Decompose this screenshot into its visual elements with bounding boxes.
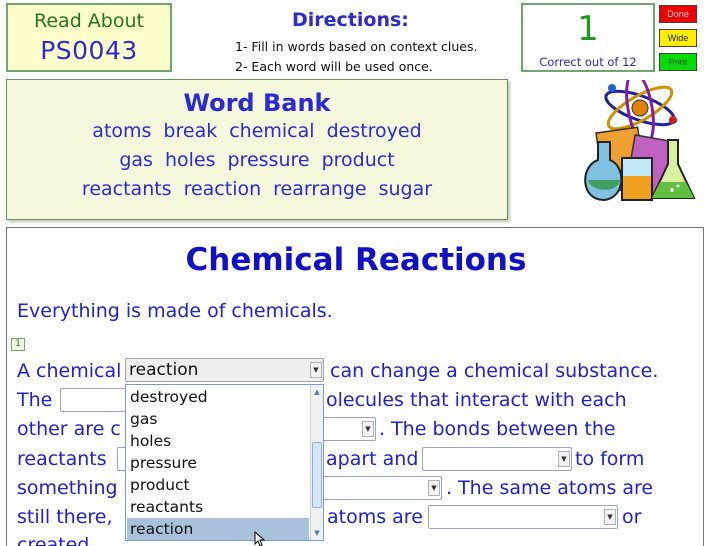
passage-title: Chemical Reactions — [185, 242, 527, 278]
word-bank-word: gas — [119, 149, 153, 171]
answer-select-3[interactable]: ▼ — [320, 417, 376, 441]
word-bank-word: rearrange — [273, 178, 367, 200]
answer-select-6[interactable]: ▼ — [320, 476, 442, 500]
passage-text: to form — [575, 448, 645, 470]
dropdown-option[interactable]: reactants — [129, 496, 309, 518]
passage-text: A chemical — [17, 360, 122, 382]
word-bank-word: chemical — [229, 120, 315, 142]
chevron-down-icon[interactable]: ▼ — [310, 362, 322, 378]
word-bank: Word Bank atoms break chemical destroyed ga… — [6, 79, 508, 220]
chevron-down-icon[interactable]: ▼ — [558, 451, 570, 467]
dropdown-scrollbar[interactable]: ▲ ▼ — [310, 385, 323, 540]
wide-button[interactable]: Wide — [659, 29, 697, 47]
passage-text: or — [622, 506, 642, 528]
score-value: 1 — [577, 9, 599, 49]
word-bank-word: pressure — [227, 149, 310, 171]
chevron-down-icon[interactable]: ▼ — [362, 421, 374, 437]
answer-select-value: reaction — [129, 360, 199, 380]
print-button[interactable]: Print — [659, 53, 697, 71]
word-bank-row: reactants reaction rearrange sugar — [7, 175, 507, 204]
word-bank-word: atoms — [92, 120, 152, 142]
read-about-panel: Read About PS0043 — [6, 3, 172, 72]
word-bank-row: atoms break chemical destroyed — [7, 117, 507, 146]
dropdown-option[interactable]: holes — [129, 430, 309, 452]
directions-line-2: 2- Each word will be used once. — [235, 59, 433, 74]
answer-select-5[interactable]: ▼ — [422, 447, 572, 471]
passage-text: still there, — [17, 506, 113, 528]
dropdown-option[interactable]: product — [129, 474, 309, 496]
lesson-id: PS0043 — [40, 36, 138, 65]
dropdown-option[interactable]: pressure — [129, 452, 309, 474]
passage-text: reactants — [17, 448, 107, 470]
question-marker: 1 — [11, 338, 25, 351]
dropdown-option[interactable]: destroyed — [129, 386, 309, 408]
dropdown-option[interactable]: gas — [129, 408, 309, 430]
word-bank-word: product — [321, 149, 395, 171]
scrollbar-thumb[interactable] — [312, 442, 322, 508]
scroll-up-icon[interactable]: ▲ — [311, 386, 323, 398]
score-label: Correct out of 12 — [539, 55, 637, 69]
directions-panel: Directions: 1- Fill in words based on co… — [180, 3, 515, 74]
dropdown-option-highlighted[interactable]: reaction — [127, 518, 309, 540]
answer-dropdown-list[interactable]: destroyed gas holes pressure product rea… — [125, 384, 324, 541]
passage-text: created. — [17, 534, 96, 546]
passage-intro: Everything is made of chemicals. — [17, 300, 333, 322]
word-bank-word: reactants — [81, 178, 172, 200]
passage-text: . The same atoms are — [446, 477, 654, 499]
passage-text: . The bonds between the — [379, 418, 616, 440]
chevron-down-icon[interactable]: ▼ — [428, 480, 440, 496]
word-bank-row: gas holes pressure product — [7, 146, 507, 175]
word-bank-title: Word Bank — [183, 89, 331, 117]
passage-text: can change a chemical substance. — [330, 360, 659, 382]
chevron-down-icon[interactable]: ▼ — [604, 509, 616, 525]
done-button[interactable]: Done — [659, 5, 697, 23]
score-panel: 1 Correct out of 12 — [521, 3, 655, 72]
science-lab-icon — [584, 80, 696, 202]
scroll-down-icon[interactable]: ▼ — [311, 527, 323, 539]
word-bank-word: sugar — [378, 178, 433, 200]
word-bank-word: destroyed — [326, 120, 422, 142]
directions-title: Directions: — [292, 9, 409, 31]
passage-text: apart and — [326, 448, 419, 470]
passage-text: olecules that interact with each — [326, 389, 627, 411]
passage-text: The — [17, 389, 53, 411]
passage-text: other are c — [17, 418, 121, 440]
passage-text: atoms are — [327, 506, 423, 528]
word-bank-word: break — [163, 120, 218, 142]
word-bank-word: reaction — [183, 178, 262, 200]
mouse-cursor-icon — [254, 531, 266, 546]
read-about-label: Read About — [34, 10, 144, 32]
directions-line-1: 1- Fill in words based on context clues. — [235, 39, 478, 54]
answer-select-1[interactable]: reaction ▼ — [125, 358, 324, 382]
passage-text: something — [17, 477, 118, 499]
answer-select-2[interactable] — [60, 388, 126, 412]
word-bank-word: holes — [164, 149, 216, 171]
answer-select-7[interactable]: ▼ — [428, 505, 618, 529]
